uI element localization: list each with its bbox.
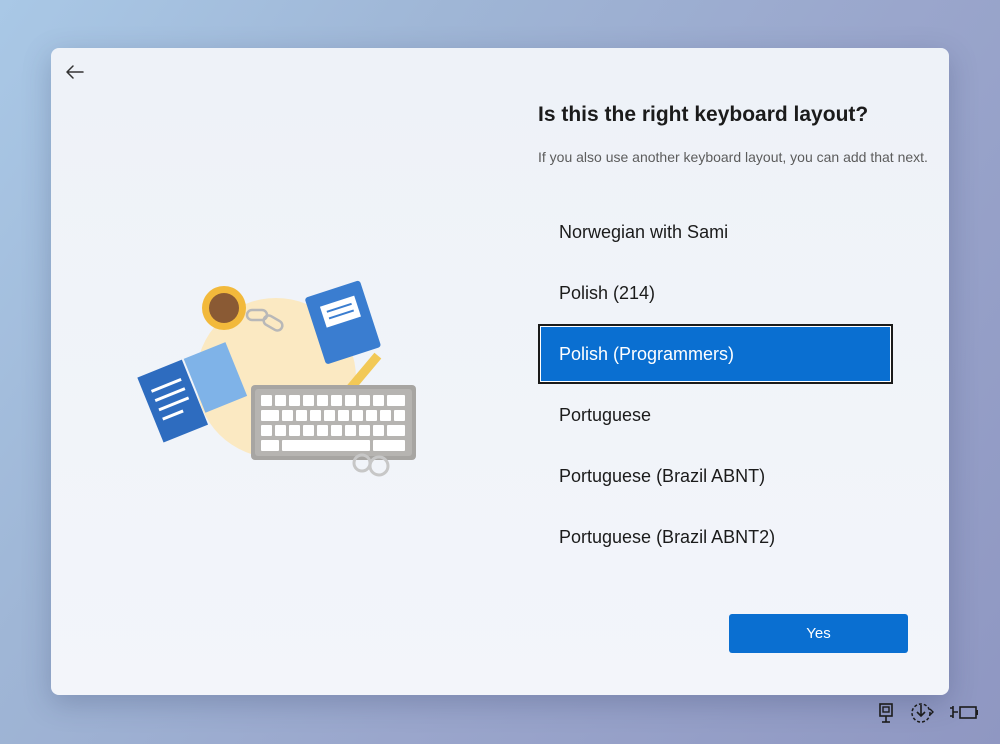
accessibility-icon [911,703,934,723]
battery-icon [950,706,978,719]
coffee-cup-icon [202,286,246,330]
list-item-selected[interactable]: Polish (Programmers) [538,324,893,384]
page-subtitle: If you also use another keyboard layout,… [538,149,928,165]
accessibility-tray-button[interactable] [908,700,936,726]
network-tray-button[interactable] [875,700,897,726]
list-item-label: Portuguese (Brazil ABNT) [559,465,766,486]
list-item-label: Polish (Programmers) [559,343,735,364]
keyboard-layout-list[interactable]: Norwegian with Sami Polish (214) Polish … [538,202,893,568]
list-item[interactable]: Portuguese (Brazil ABNT) [538,446,893,506]
list-item-label: Norwegian with Sami [559,221,729,242]
list-item[interactable]: Polish (214) [538,263,893,323]
list-item[interactable]: Portuguese [538,385,893,445]
yes-button[interactable]: Yes [729,614,908,653]
oobe-dialog: Is this the right keyboard layout? If yo… [51,48,949,695]
back-arrow-icon [66,65,84,79]
battery-tray-button[interactable] [947,700,981,726]
keyboard-illustration [137,280,416,477]
list-item-label: Polish (214) [559,282,656,303]
list-item[interactable]: Portuguese (Brazil ABNT2) [538,507,893,567]
back-button[interactable] [63,60,87,84]
keyboard-icon [251,385,416,460]
page-title: Is this the right keyboard layout? [538,103,869,126]
network-icon [879,703,893,723]
list-item-label: Portuguese (Brazil ABNT2) [559,526,776,547]
list-item[interactable]: Norwegian with Sami [538,202,893,262]
list-item-label: Portuguese [559,404,652,425]
